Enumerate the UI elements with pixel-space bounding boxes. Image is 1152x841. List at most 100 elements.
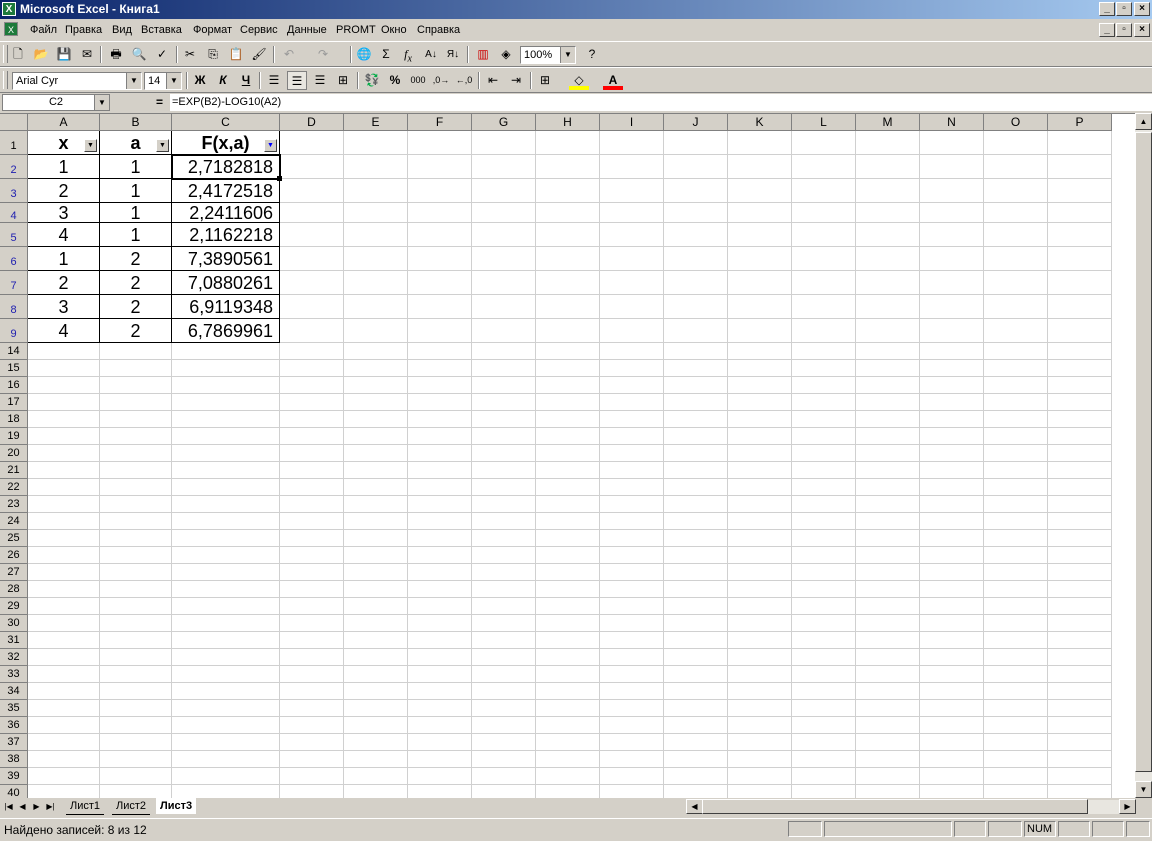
empty-cell[interactable] (408, 581, 472, 598)
empty-cell[interactable] (1048, 428, 1112, 445)
empty-cell[interactable] (344, 428, 408, 445)
empty-cell[interactable] (600, 445, 664, 462)
empty-cell[interactable] (984, 496, 1048, 513)
row-header-19[interactable]: 19 (0, 428, 28, 445)
italic-button[interactable]: К (213, 71, 233, 90)
empty-cell[interactable] (172, 683, 280, 700)
empty-cell[interactable] (28, 394, 100, 411)
open-folder-icon[interactable]: 📂 (31, 45, 51, 64)
empty-cell[interactable] (664, 295, 728, 319)
empty-cell[interactable] (172, 700, 280, 717)
empty-cell[interactable] (792, 649, 856, 666)
empty-cell[interactable] (856, 223, 920, 247)
empty-cell[interactable] (856, 271, 920, 295)
row-header-4[interactable]: 4 (0, 203, 28, 223)
empty-cell[interactable] (600, 479, 664, 496)
empty-cell[interactable] (536, 394, 600, 411)
empty-cell[interactable] (728, 615, 792, 632)
empty-cell[interactable] (664, 547, 728, 564)
empty-cell[interactable] (472, 247, 536, 271)
menu-promt[interactable]: PROMT (336, 24, 376, 36)
empty-cell[interactable] (984, 271, 1048, 295)
align-right-icon[interactable]: ☰ (310, 71, 330, 90)
empty-cell[interactable] (408, 513, 472, 530)
empty-cell[interactable] (856, 683, 920, 700)
empty-cell[interactable] (984, 615, 1048, 632)
empty-cell[interactable] (1048, 632, 1112, 649)
empty-cell[interactable] (100, 734, 172, 751)
empty-cell[interactable] (600, 717, 664, 734)
empty-cell[interactable] (408, 179, 472, 203)
empty-cell[interactable] (984, 751, 1048, 768)
empty-cell[interactable] (172, 360, 280, 377)
empty-cell[interactable] (984, 700, 1048, 717)
empty-cell[interactable] (920, 717, 984, 734)
column-header-c[interactable]: C (172, 114, 280, 131)
empty-cell[interactable] (28, 445, 100, 462)
empty-cell[interactable] (728, 131, 792, 155)
empty-cell[interactable] (472, 632, 536, 649)
empty-cell[interactable] (920, 394, 984, 411)
empty-cell[interactable] (792, 223, 856, 247)
empty-cell[interactable] (280, 547, 344, 564)
menu-window[interactable]: Окно (381, 24, 407, 36)
empty-cell[interactable] (1048, 700, 1112, 717)
empty-cell[interactable] (472, 411, 536, 428)
select-all-corner[interactable] (0, 114, 28, 131)
table-cell[interactable]: 7,3890561 (172, 247, 280, 271)
empty-cell[interactable] (984, 462, 1048, 479)
empty-cell[interactable] (792, 155, 856, 179)
table-cell[interactable]: 2 (100, 295, 172, 319)
empty-cell[interactable] (536, 581, 600, 598)
empty-cell[interactable] (856, 734, 920, 751)
empty-cell[interactable] (728, 295, 792, 319)
empty-cell[interactable] (1048, 247, 1112, 271)
empty-cell[interactable] (920, 598, 984, 615)
empty-cell[interactable] (600, 598, 664, 615)
empty-cell[interactable] (472, 734, 536, 751)
empty-cell[interactable] (600, 496, 664, 513)
empty-cell[interactable] (792, 411, 856, 428)
row-header-36[interactable]: 36 (0, 717, 28, 734)
empty-cell[interactable] (172, 751, 280, 768)
empty-cell[interactable] (536, 271, 600, 295)
empty-cell[interactable] (1048, 530, 1112, 547)
empty-cell[interactable] (728, 717, 792, 734)
empty-cell[interactable] (792, 717, 856, 734)
empty-cell[interactable] (100, 768, 172, 785)
empty-cell[interactable] (408, 666, 472, 683)
empty-cell[interactable] (920, 428, 984, 445)
empty-cell[interactable] (280, 179, 344, 203)
empty-cell[interactable] (664, 564, 728, 581)
empty-cell[interactable] (792, 295, 856, 319)
horizontal-scrollbar[interactable]: ◀ ▶ (686, 799, 1136, 814)
empty-cell[interactable] (28, 598, 100, 615)
empty-cell[interactable] (856, 530, 920, 547)
empty-cell[interactable] (792, 428, 856, 445)
empty-cell[interactable] (536, 131, 600, 155)
column-header-p[interactable]: P (1048, 114, 1112, 131)
empty-cell[interactable] (600, 530, 664, 547)
empty-cell[interactable] (600, 223, 664, 247)
sheet-tab-3[interactable]: Лист3 (156, 798, 197, 814)
empty-cell[interactable] (856, 564, 920, 581)
empty-cell[interactable] (664, 411, 728, 428)
empty-cell[interactable] (100, 394, 172, 411)
empty-cell[interactable] (536, 700, 600, 717)
empty-cell[interactable] (344, 179, 408, 203)
empty-cell[interactable] (100, 632, 172, 649)
empty-cell[interactable] (600, 547, 664, 564)
last-sheet-icon[interactable]: ▶| (44, 800, 57, 814)
empty-cell[interactable] (280, 598, 344, 615)
empty-cell[interactable] (600, 343, 664, 360)
empty-cell[interactable] (408, 445, 472, 462)
empty-cell[interactable] (920, 319, 984, 343)
excel-app-icon[interactable]: X (2, 2, 16, 16)
empty-cell[interactable] (920, 223, 984, 247)
empty-cell[interactable] (664, 734, 728, 751)
empty-cell[interactable] (536, 513, 600, 530)
empty-cell[interactable] (664, 683, 728, 700)
column-header-e[interactable]: E (344, 114, 408, 131)
merge-center-icon[interactable]: ⊞ (333, 71, 353, 90)
empty-cell[interactable] (344, 343, 408, 360)
